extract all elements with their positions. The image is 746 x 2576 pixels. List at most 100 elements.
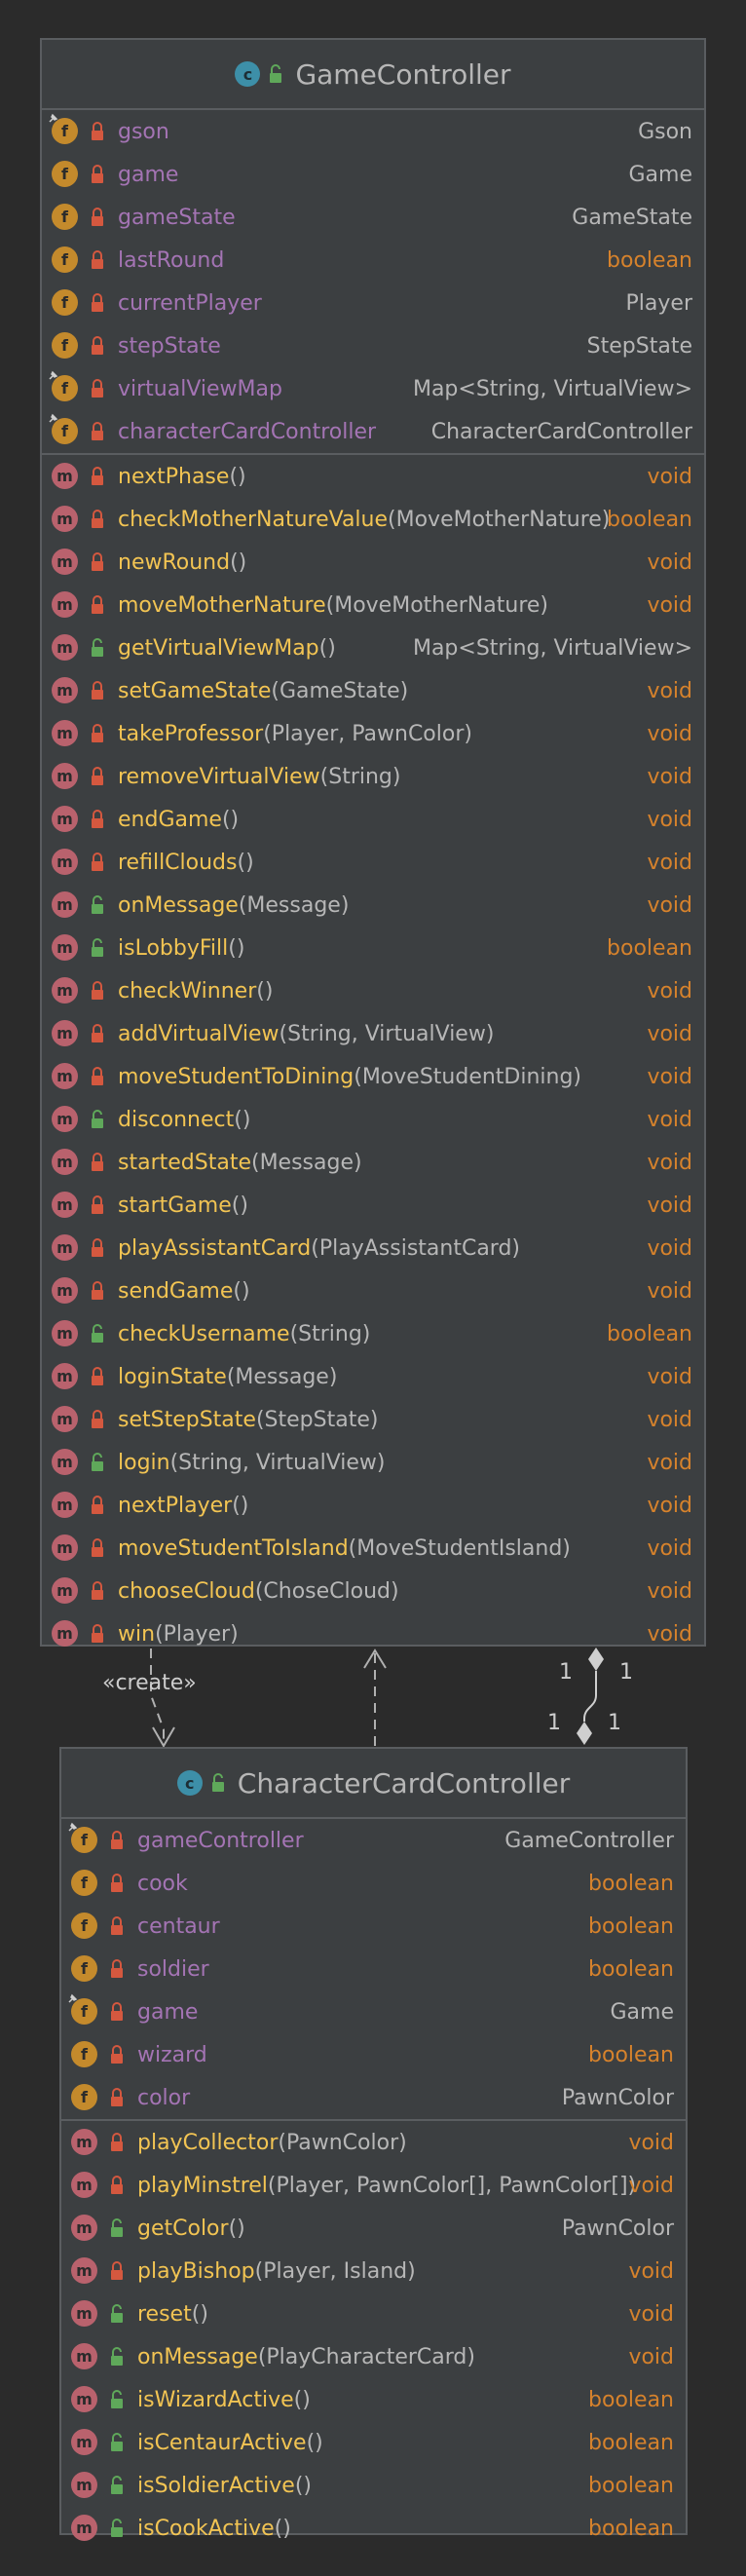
- public-lock-icon: [111, 2347, 123, 2366]
- method-row[interactable]: m newRound() void: [42, 541, 704, 584]
- field-row[interactable]: f gson Gson: [42, 110, 704, 153]
- private-lock-icon: [92, 1410, 103, 1428]
- method-row[interactable]: m playMinstrel(Player, PawnColor[], PawnC…: [61, 2164, 686, 2207]
- method-row[interactable]: m playBishop(Player, Island) void: [61, 2250, 686, 2292]
- method-name-text: moveStudentToDining: [118, 1064, 354, 1089]
- method-row[interactable]: m addVirtualView(String, VirtualView) void: [42, 1012, 704, 1055]
- method-row[interactable]: m setGameState(GameState) void: [42, 669, 704, 712]
- method-name-text: addVirtualView: [118, 1021, 280, 1046]
- method-row[interactable]: m isSoldierActive() boolean: [61, 2464, 686, 2507]
- method-icon: m: [71, 2386, 97, 2412]
- method-row[interactable]: m onMessage(Message) void: [42, 884, 704, 927]
- method-row[interactable]: m nextPlayer() void: [42, 1484, 704, 1527]
- private-lock-icon: [92, 122, 103, 140]
- field-row[interactable]: f soldier boolean: [61, 1948, 686, 1990]
- member-type: void: [647, 764, 692, 789]
- private-lock-icon: [111, 1916, 123, 1935]
- method-row[interactable]: m win(Player) void: [42, 1612, 704, 1655]
- member-type: Map<String, VirtualView>: [412, 635, 692, 661]
- method-row[interactable]: m chooseCloud(ChoseCloud) void: [42, 1570, 704, 1612]
- member-type: Game: [610, 1999, 675, 2025]
- method-row[interactable]: m isLobbyFill() boolean: [42, 927, 704, 969]
- method-name-text: takeProfessor: [118, 721, 264, 746]
- method-row[interactable]: m isWizardActive() boolean: [61, 2378, 686, 2421]
- method-params: (): [228, 935, 245, 961]
- method-signature: isCookActive(): [137, 2517, 291, 2541]
- method-icon: m: [71, 2515, 97, 2541]
- field-row[interactable]: f centaur boolean: [61, 1905, 686, 1948]
- method-row[interactable]: m playCollector(PawnColor) void: [61, 2121, 686, 2164]
- member-type: void: [647, 721, 692, 746]
- method-row[interactable]: m reset() void: [61, 2292, 686, 2335]
- method-name-text: isLobbyFill: [118, 935, 229, 961]
- field-row[interactable]: f cook boolean: [61, 1862, 686, 1905]
- method-row[interactable]: m refillClouds() void: [42, 841, 704, 884]
- member-type: void: [647, 1535, 692, 1561]
- method-row[interactable]: m endGame() void: [42, 798, 704, 841]
- method-params: (): [237, 850, 254, 875]
- method-row[interactable]: m setStepState(StepState) void: [42, 1398, 704, 1441]
- method-row[interactable]: m login(String, VirtualView) void: [42, 1441, 704, 1484]
- field-row[interactable]: f virtualViewMap Map<String, VirtualView>: [42, 367, 704, 410]
- field-row[interactable]: f gameController GameController: [61, 1819, 686, 1862]
- member-type: void: [647, 1021, 692, 1046]
- method-params: (PlayCharacterCard): [257, 2344, 475, 2369]
- method-signature: isLobbyFill(): [118, 936, 244, 961]
- method-row[interactable]: m getColor() PawnColor: [61, 2207, 686, 2250]
- public-lock-icon: [111, 2304, 123, 2323]
- field-row[interactable]: f currentPlayer Player: [42, 282, 704, 324]
- method-row[interactable]: m moveStudentToIsland(MoveStudentIsland) v…: [42, 1527, 704, 1570]
- method-icon: m: [71, 2215, 97, 2241]
- member-type: Map<String, VirtualView>: [412, 376, 692, 401]
- method-params: (): [306, 2430, 323, 2455]
- method-row[interactable]: m sendGame() void: [42, 1269, 704, 1312]
- private-lock-icon: [111, 1831, 123, 1849]
- field-row[interactable]: f game Game: [61, 1990, 686, 2033]
- method-row[interactable]: m nextPhase() void: [42, 455, 704, 498]
- field-icon: f: [52, 246, 78, 273]
- method-params: (): [318, 635, 336, 661]
- method-row[interactable]: m moveMotherNature(MoveMotherNature) void: [42, 584, 704, 626]
- field-name: stepState: [118, 334, 221, 359]
- method-row[interactable]: m disconnect() void: [42, 1098, 704, 1141]
- field-name: soldier: [137, 1957, 209, 1982]
- method-icon: m: [52, 1149, 78, 1175]
- field-row[interactable]: f color PawnColor: [61, 2076, 686, 2119]
- method-row[interactable]: m isCookActive() boolean: [61, 2507, 686, 2550]
- field-row[interactable]: f stepState StepState: [42, 324, 704, 367]
- method-name-text: moveStudentToIsland: [118, 1535, 349, 1561]
- method-row[interactable]: m moveStudentToDining(MoveStudentDining) v…: [42, 1055, 704, 1098]
- field-row[interactable]: f game Game: [42, 153, 704, 196]
- field-icon: f: [49, 370, 78, 401]
- method-row[interactable]: m isCentaurActive() boolean: [61, 2421, 686, 2464]
- field-row[interactable]: f lastRound boolean: [42, 239, 704, 282]
- character-card-controller-class[interactable]: c CharacterCardController f gameControlle…: [59, 1747, 688, 2541]
- member-type: void: [647, 1364, 692, 1389]
- method-row[interactable]: m checkMotherNatureValue(MoveMotherNature…: [42, 498, 704, 541]
- method-row[interactable]: m startedState(Message) void: [42, 1141, 704, 1184]
- method-signature: newRound(): [118, 550, 246, 575]
- method-params: (): [293, 2387, 311, 2412]
- method-row[interactable]: m getVirtualViewMap() Map<String, VirtualV…: [42, 626, 704, 669]
- method-row[interactable]: m startGame() void: [42, 1184, 704, 1227]
- game-controller-class[interactable]: c GameController f gson Gson f game Game f game…: [40, 38, 706, 1647]
- field-name: gson: [118, 120, 169, 144]
- method-row[interactable]: m onMessage(PlayCharacterCard) void: [61, 2335, 686, 2378]
- method-row[interactable]: m checkUsername(String) boolean: [42, 1312, 704, 1355]
- method-name-text: playAssistantCard: [118, 1235, 312, 1261]
- composition-line: [583, 1671, 597, 1722]
- method-row[interactable]: m loginState(Message) void: [42, 1355, 704, 1398]
- field-row[interactable]: f gameState GameState: [42, 196, 704, 239]
- field-name-text: centaur: [137, 1913, 220, 1939]
- field-row[interactable]: f wizard boolean: [61, 2033, 686, 2076]
- method-row[interactable]: m takeProfessor(Player, PawnColor) void: [42, 712, 704, 755]
- method-row[interactable]: m playAssistantCard(PlayAssistantCard) voi…: [42, 1227, 704, 1269]
- method-params: (String, VirtualView): [169, 1450, 386, 1475]
- method-signature: setGameState(GameState): [118, 679, 408, 703]
- member-type: StepState: [586, 333, 692, 359]
- field-name-text: color: [137, 2085, 191, 2110]
- method-row[interactable]: m checkWinner() void: [42, 969, 704, 1012]
- field-name-text: game: [118, 162, 179, 187]
- field-row[interactable]: f characterCardController CharacterCardCon…: [42, 410, 704, 453]
- method-row[interactable]: m removeVirtualView(String) void: [42, 755, 704, 798]
